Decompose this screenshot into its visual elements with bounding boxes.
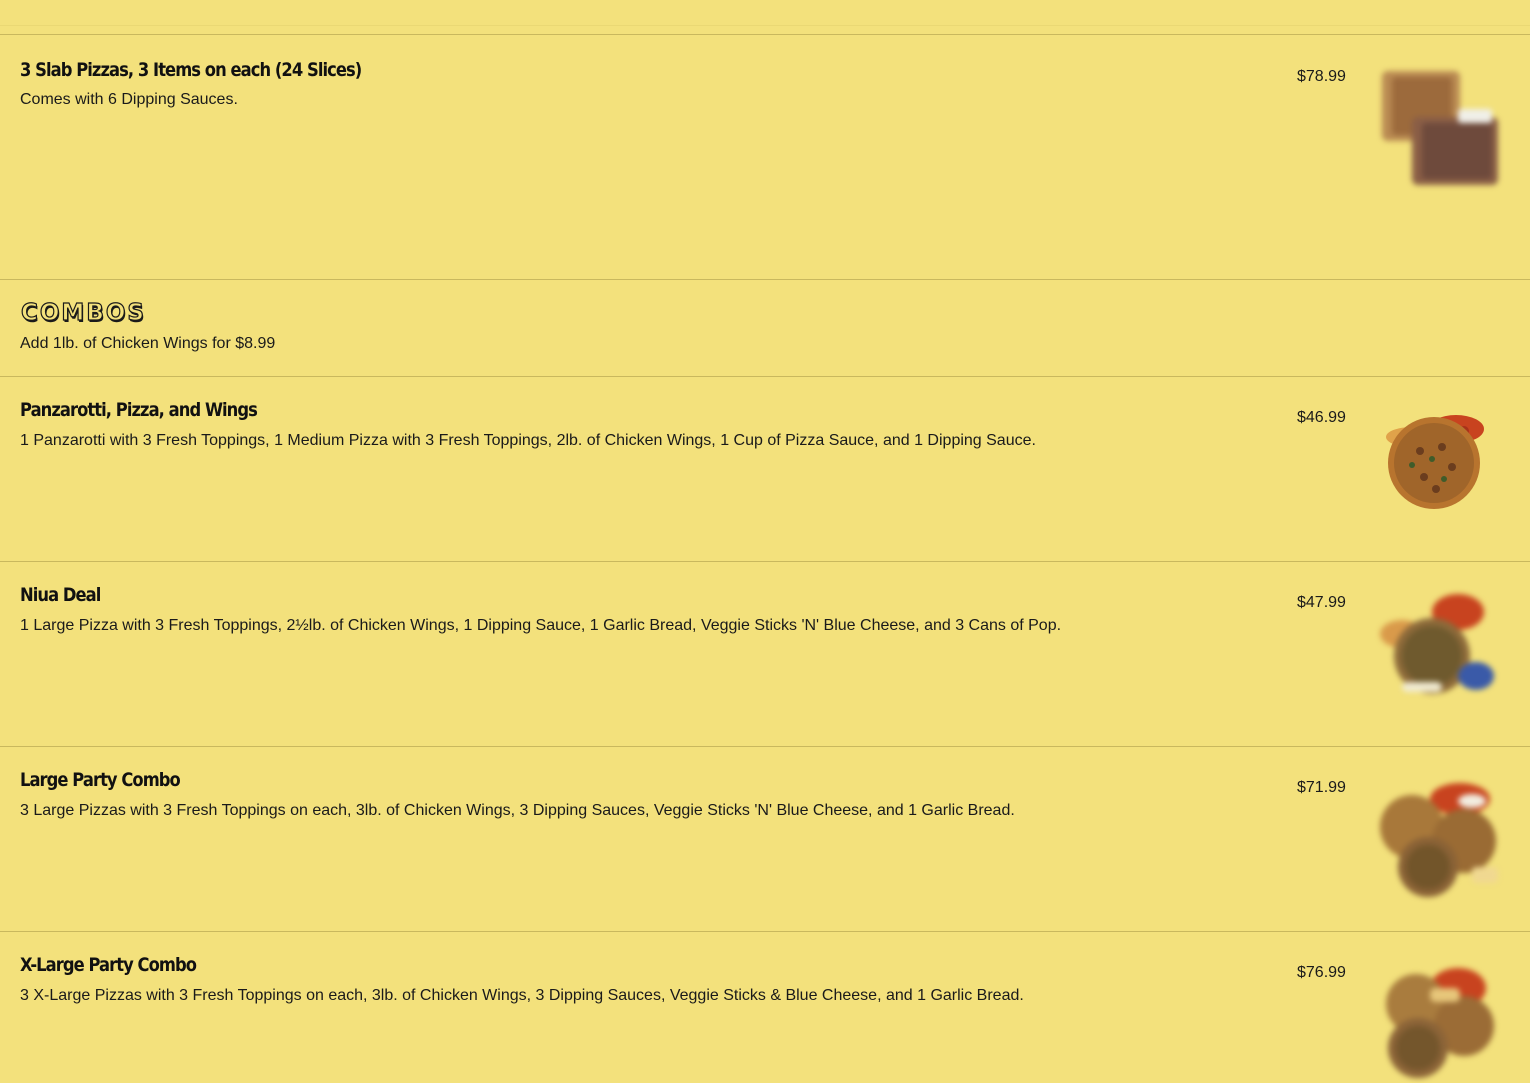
- previous-item-bottom: [0, 0, 1530, 35]
- slab-pizzas-image[interactable]: [1372, 59, 1504, 191]
- menu-item-niua-deal[interactable]: Niua Deal 1 Large Pizza with 3 Fresh Top…: [0, 562, 1530, 747]
- combos-section-header: COMBOS Add 1lb. of Chicken Wings for $8.…: [0, 280, 1530, 377]
- menu-item-description: Comes with 6 Dipping Sauces.: [20, 91, 238, 108]
- menu-item-description: 3 Large Pizzas with 3 Fresh Toppings on …: [20, 802, 1015, 819]
- menu-item-xlarge-party-combo[interactable]: X-Large Party Combo 3 X-Large Pizzas wit…: [0, 932, 1530, 1083]
- menu-item-description: 1 Panzarotti with 3 Fresh Toppings, 1 Me…: [20, 432, 1036, 449]
- large-party-combo-image[interactable]: [1372, 771, 1504, 903]
- menu-item-price: $47.99: [1297, 594, 1346, 611]
- pizza-wings-image[interactable]: [1372, 401, 1504, 533]
- menu-item-description: 1 Large Pizza with 3 Fresh Toppings, 2½l…: [20, 617, 1062, 634]
- menu-item-large-party-combo[interactable]: Large Party Combo 3 Large Pizzas with 3 …: [0, 747, 1530, 932]
- niua-deal-image[interactable]: [1372, 582, 1504, 714]
- menu-item-price: $78.99: [1297, 68, 1346, 85]
- section-title: COMBOS: [20, 299, 146, 326]
- divider: [0, 25, 1530, 26]
- menu-item-price: $76.99: [1297, 964, 1346, 981]
- xlarge-party-combo-image[interactable]: [1372, 948, 1504, 1083]
- menu-item-price: $71.99: [1297, 779, 1346, 796]
- menu-item-price: $46.99: [1297, 409, 1346, 426]
- menu-page: 3 Slab Pizzas, 3 Items on each (24 Slice…: [0, 0, 1530, 1083]
- menu-item-title: Niua Deal: [20, 584, 101, 606]
- menu-item-title: Large Party Combo: [20, 769, 181, 791]
- menu-item-panzarotti-pizza-wings[interactable]: Panzarotti, Pizza, and Wings 1 Panzarott…: [0, 377, 1530, 562]
- menu-item-slab-pizzas[interactable]: 3 Slab Pizzas, 3 Items on each (24 Slice…: [0, 35, 1530, 280]
- menu-item-title: 3 Slab Pizzas, 3 Items on each (24 Slice…: [20, 59, 362, 81]
- menu-item-description: 3 X-Large Pizzas with 3 Fresh Toppings o…: [20, 987, 1024, 1004]
- menu-item-title: Panzarotti, Pizza, and Wings: [20, 399, 258, 421]
- menu-item-title: X-Large Party Combo: [20, 954, 197, 976]
- section-subtitle: Add 1lb. of Chicken Wings for $8.99: [20, 335, 276, 352]
